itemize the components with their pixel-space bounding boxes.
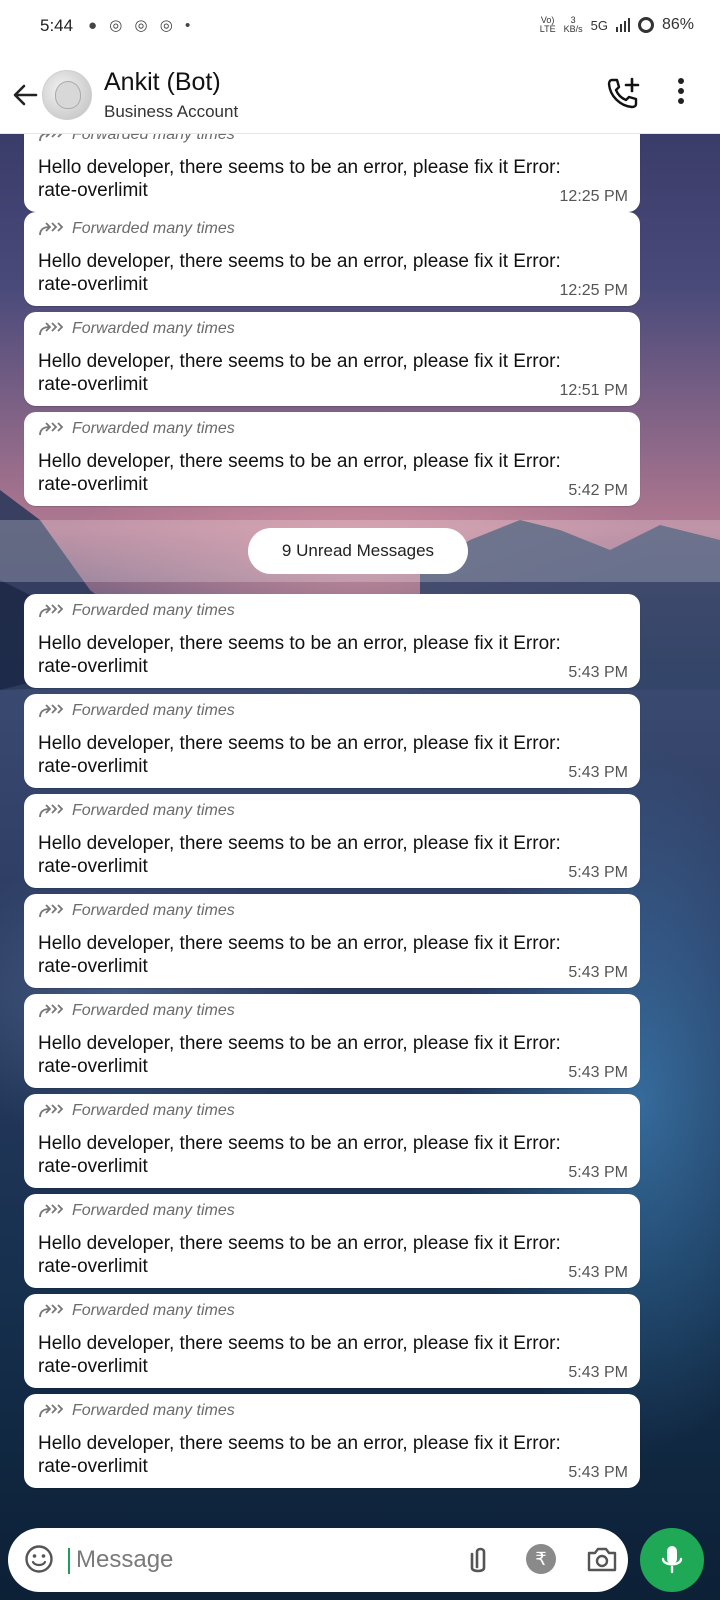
forwarded-label: Forwarded many times [38, 1302, 235, 1320]
message-bubble[interactable]: Forwarded many times Hello developer, th… [24, 134, 640, 212]
forwarded-label: Forwarded many times [38, 1402, 235, 1420]
message-time: 5:42 PM [568, 482, 628, 499]
forwarded-label: Forwarded many times [38, 1002, 235, 1020]
message-time: 5:43 PM [568, 1364, 628, 1381]
forward-icon [39, 1404, 64, 1418]
message-bubble[interactable]: Forwarded many times Hello developer, th… [24, 212, 640, 306]
message-time: 12:51 PM [559, 382, 628, 399]
mic-button[interactable] [640, 1528, 704, 1592]
chat-header: Ankit (Bot) Business Account [0, 56, 720, 134]
forward-icon [39, 804, 64, 818]
back-arrow-icon[interactable] [12, 82, 38, 108]
message-bubble[interactable]: Forwarded many times Hello developer, th… [24, 412, 640, 506]
message-text: Hello developer, there seems to be an er… [38, 351, 561, 395]
forward-icon [39, 904, 64, 918]
status-right-group: Vo) LTE 3 KB/s 5G 86% [540, 16, 694, 34]
message-text: Hello developer, there seems to be an er… [38, 833, 561, 877]
forward-icon [39, 222, 64, 236]
forward-icon [39, 422, 64, 436]
text-cursor [68, 1548, 70, 1574]
message-input[interactable]: Message [76, 1546, 173, 1574]
mic-icon [661, 1546, 683, 1574]
battery-percent: 86% [661, 16, 694, 33]
forwarded-label: Forwarded many times [38, 220, 235, 238]
forwarded-label: Forwarded many times [38, 1102, 235, 1120]
forward-icon [39, 322, 64, 336]
message-text: Hello developer, there seems to be an er… [38, 451, 561, 495]
forwarded-label: Forwarded many times [38, 420, 235, 438]
emoji-icon[interactable] [24, 1544, 54, 1574]
notification-icons: ● ◎ ◎ ◎ • [88, 17, 195, 34]
more-vert-icon[interactable] [676, 78, 686, 108]
attach-icon[interactable] [464, 1544, 492, 1576]
message-text: Hello developer, there seems to be an er… [38, 1233, 561, 1277]
add-call-icon[interactable] [606, 76, 640, 110]
message-time: 12:25 PM [559, 282, 628, 299]
message-bubble[interactable]: Forwarded many times Hello developer, th… [24, 994, 640, 1088]
message-bubble[interactable]: Forwarded many times Hello developer, th… [24, 1394, 640, 1488]
message-time: 5:43 PM [568, 1164, 628, 1181]
avatar-figure [55, 81, 81, 109]
message-text: Hello developer, there seems to be an er… [38, 251, 561, 295]
message-bubble[interactable]: Forwarded many times Hello developer, th… [24, 1294, 640, 1388]
forwarded-label: Forwarded many times [38, 602, 235, 620]
message-text: Hello developer, there seems to be an er… [38, 633, 561, 677]
message-bubble[interactable]: Forwarded many times Hello developer, th… [24, 594, 640, 688]
message-bubble[interactable]: Forwarded many times Hello developer, th… [24, 694, 640, 788]
camera-icon[interactable] [586, 1544, 618, 1574]
forwarded-label: Forwarded many times [38, 902, 235, 920]
battery-icon [637, 17, 654, 33]
signal-type: 5G [590, 17, 608, 33]
forwarded-label: Forwarded many times [38, 702, 235, 720]
message-text: Hello developer, there seems to be an er… [38, 933, 561, 977]
message-list[interactable]: Forwarded many times Hello developer, th… [0, 134, 720, 1500]
message-text: Hello developer, there seems to be an er… [38, 1133, 561, 1177]
message-bubble[interactable]: Forwarded many times Hello developer, th… [24, 894, 640, 988]
message-text: Hello developer, there seems to be an er… [38, 157, 561, 201]
message-time: 5:43 PM [568, 964, 628, 981]
status-bar: 5:44 ● ◎ ◎ ◎ • Vo) LTE 3 KB/s 5G 86% [0, 0, 720, 56]
forwarded-label: Forwarded many times [38, 134, 235, 144]
message-text: Hello developer, there seems to be an er… [38, 1033, 561, 1077]
avatar[interactable] [42, 70, 92, 120]
forward-icon [39, 1004, 64, 1018]
message-time: 5:43 PM [568, 1064, 628, 1081]
message-time: 5:43 PM [568, 1464, 628, 1481]
message-time: 5:43 PM [568, 864, 628, 881]
message-text: Hello developer, there seems to be an er… [38, 733, 561, 777]
contact-name[interactable]: Ankit (Bot) [104, 68, 221, 97]
forwarded-label: Forwarded many times [38, 802, 235, 820]
forward-icon [39, 1204, 64, 1218]
forward-icon [39, 604, 64, 618]
forward-icon [39, 134, 63, 142]
message-text: Hello developer, there seems to be an er… [38, 1433, 561, 1477]
message-bubble[interactable]: Forwarded many times Hello developer, th… [24, 1194, 640, 1288]
message-bubble[interactable]: Forwarded many times Hello developer, th… [24, 312, 640, 406]
message-time: 5:43 PM [568, 1264, 628, 1281]
forward-icon [39, 704, 64, 718]
forwarded-label: Forwarded many times [38, 1202, 235, 1220]
signal-icon [615, 18, 630, 32]
unread-count-badge: 9 Unread Messages [248, 528, 468, 574]
network-speed: 3 KB/s [563, 15, 583, 34]
forward-icon [39, 1104, 64, 1118]
message-text: Hello developer, there seems to be an er… [38, 1333, 561, 1377]
message-time: 5:43 PM [568, 764, 628, 781]
contact-subtitle: Business Account [104, 102, 239, 121]
status-time: 5:44 [40, 16, 74, 35]
message-input-bar[interactable]: Message ₹ [8, 1528, 628, 1592]
message-time: 5:43 PM [568, 664, 628, 681]
message-bubble[interactable]: Forwarded many times Hello developer, th… [24, 794, 640, 888]
message-time: 12:25 PM [559, 188, 628, 205]
volte-icon: Vo) LTE [539, 15, 556, 34]
unread-divider: 9 Unread Messages [0, 520, 720, 582]
forward-icon [39, 1304, 64, 1318]
forwarded-label: Forwarded many times [38, 320, 235, 338]
message-bubble[interactable]: Forwarded many times Hello developer, th… [24, 1094, 640, 1188]
rupee-icon[interactable]: ₹ [526, 1544, 556, 1574]
